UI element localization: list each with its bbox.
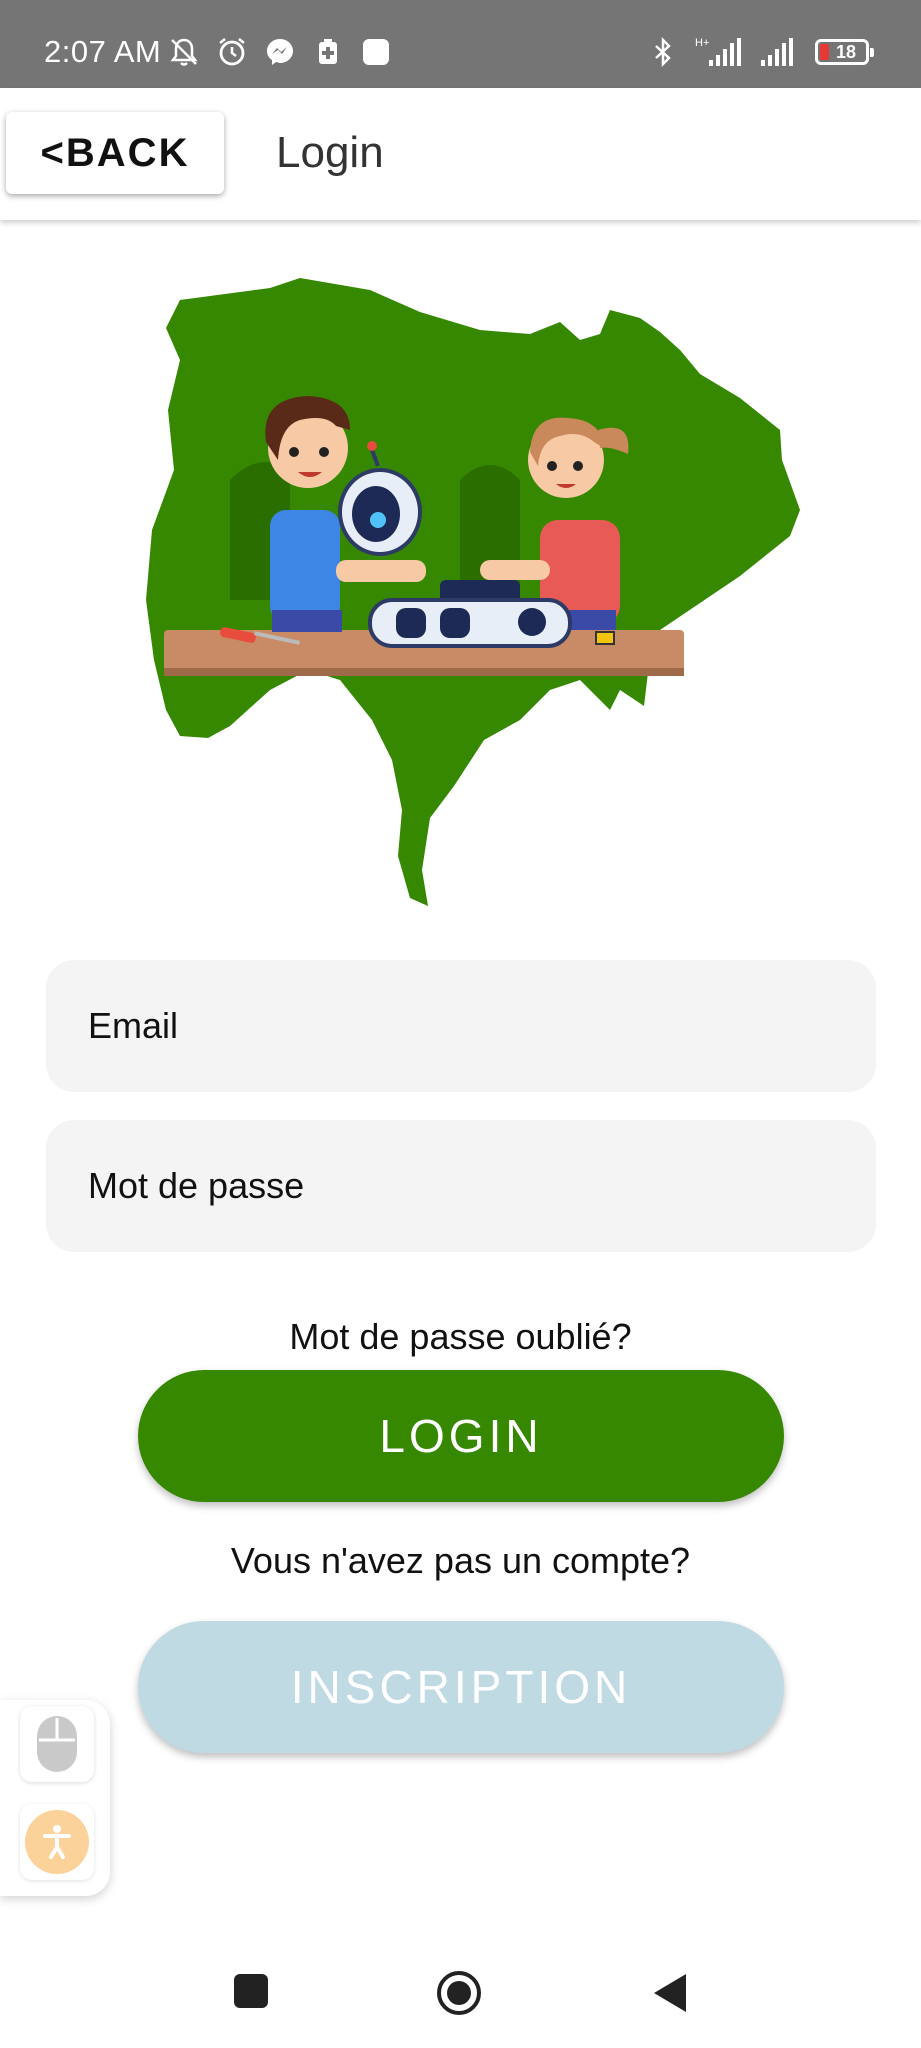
battery-icon: 18: [815, 39, 874, 65]
floating-side-panel: [0, 1700, 110, 1896]
password-field[interactable]: [46, 1119, 876, 1253]
mouse-icon: [37, 1716, 77, 1772]
alarm-icon: [219, 38, 245, 66]
recents-icon[interactable]: [234, 1974, 268, 2008]
status-left-icons: [168, 36, 392, 68]
inscription-button[interactable]: INSCRIPTION: [138, 1621, 784, 1753]
battery-level: 18: [835, 41, 857, 62]
mouse-button[interactable]: [20, 1706, 94, 1782]
accessibility-button[interactable]: [20, 1804, 94, 1880]
bluetooth-icon: [655, 36, 671, 68]
system-nav-bar: [0, 1940, 921, 2048]
status-bar: 2:07 AM H+ 18: [0, 0, 921, 88]
signal-icon: [761, 38, 793, 66]
no-account-text: Vous n'avez pas un compte?: [230, 1540, 691, 1581]
back-icon[interactable]: [650, 1970, 690, 2016]
chip: [595, 631, 615, 645]
email-input[interactable]: [86, 959, 876, 1093]
home-icon[interactable]: [436, 1970, 482, 2016]
back-button[interactable]: <BACK: [6, 112, 224, 194]
hero-illustration: [146, 278, 800, 906]
app-icon: [363, 39, 389, 65]
svg-text:H+: H+: [695, 37, 709, 49]
accessibility-icon: [25, 1810, 89, 1874]
mute-icon: [170, 38, 198, 66]
password-input[interactable]: [86, 1119, 876, 1253]
app-header: <BACK Login: [0, 88, 921, 220]
page-title: Login: [276, 128, 384, 177]
messenger-icon: [267, 39, 293, 65]
status-right-icons: H+ 18: [647, 36, 874, 68]
email-field[interactable]: [46, 959, 876, 1093]
forgot-password-link[interactable]: Mot de passe oublié?: [0, 1316, 921, 1358]
battery-saver-icon: [319, 39, 337, 64]
signal-icon: H+: [695, 37, 741, 66]
login-button[interactable]: LOGIN: [138, 1370, 784, 1502]
status-time: 2:07 AM: [44, 34, 162, 69]
